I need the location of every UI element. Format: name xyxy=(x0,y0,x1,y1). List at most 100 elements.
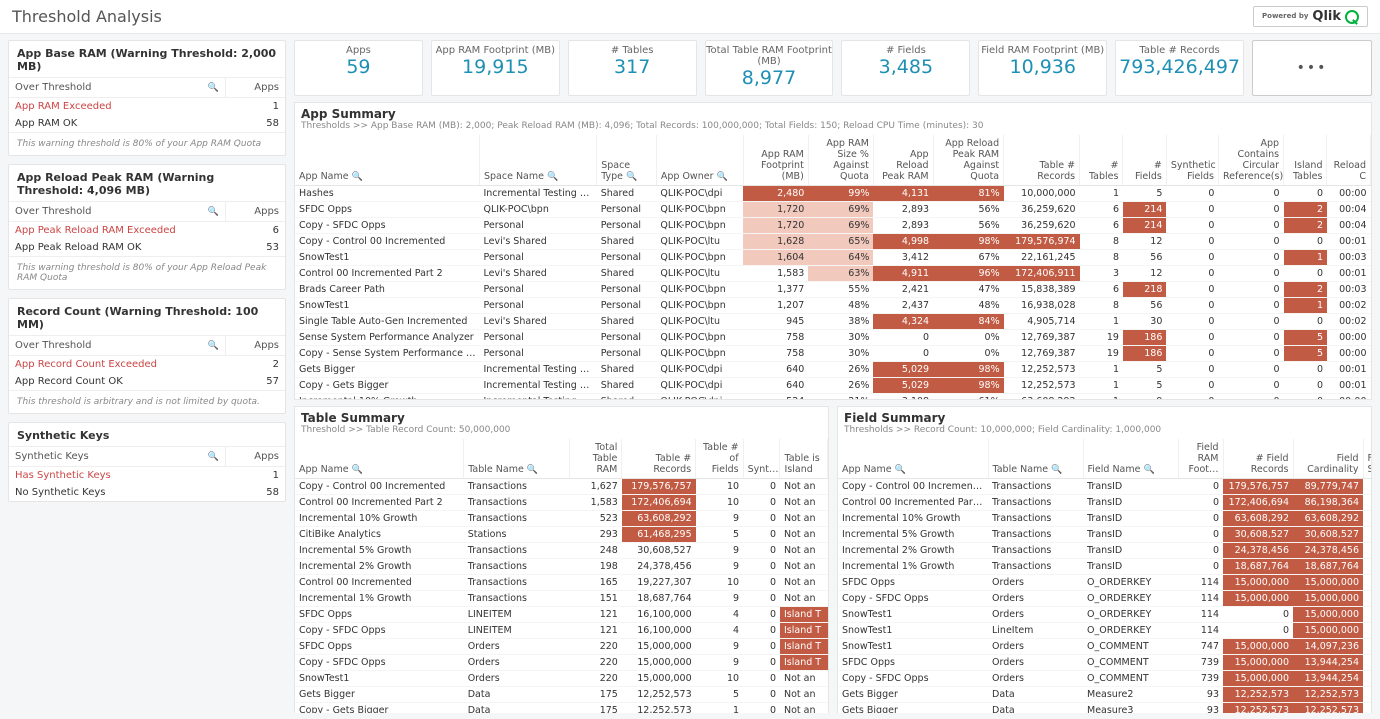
kpi-card[interactable]: Total Table RAM Footprint (MB)8,977 xyxy=(705,40,834,96)
table-row[interactable]: Copy - SFDC OppsPersonalPersonalQLIK-POC… xyxy=(295,218,1371,234)
kpi-more-button[interactable]: ••• xyxy=(1252,40,1372,96)
search-icon[interactable]: 🔍 xyxy=(352,172,363,182)
col-header[interactable]: Table # of Fields xyxy=(696,439,743,479)
search-icon[interactable]: 🔍 xyxy=(1051,465,1062,475)
col-header[interactable]: # Tables xyxy=(1080,135,1123,186)
col-header[interactable]: App Reload Peak RAM Against Quota xyxy=(933,135,1004,186)
col-header[interactable]: App RAM Footprint (MB) xyxy=(743,135,808,186)
col-header[interactable]: Synt… xyxy=(743,439,780,479)
table-row[interactable]: Gets BiggerData17512,252,57350Not an xyxy=(295,687,828,703)
table-row[interactable]: Control 00 Incremented Part 2Transaction… xyxy=(838,495,1371,511)
kpi-card[interactable]: App RAM Footprint (MB)19,915 xyxy=(431,40,560,96)
table-row[interactable]: Incremental 1% GrowthTransactionsTransID… xyxy=(838,559,1371,575)
search-icon[interactable]: 🔍 xyxy=(208,452,219,462)
col-header[interactable]: App Owner 🔍 xyxy=(656,135,743,186)
row-label[interactable]: App RAM OK xyxy=(9,115,225,132)
table-row[interactable]: Incremental 2% GrowthTransactions19824,3… xyxy=(295,559,828,575)
search-icon[interactable]: 🔍 xyxy=(208,341,219,351)
table-row[interactable]: Incremental 5% GrowthTransactionsTransID… xyxy=(838,527,1371,543)
col-header[interactable]: Table Name 🔍 xyxy=(464,439,569,479)
table-row[interactable]: Copy - SFDC OppsOrders22015,000,00090Isl… xyxy=(295,655,828,671)
table-row[interactable]: Control 00 IncrementedTransactions16519,… xyxy=(295,575,828,591)
table-row[interactable]: Incremental 10% GrowthTransactionsTransI… xyxy=(838,511,1371,527)
search-icon[interactable]: 🔍 xyxy=(352,465,363,475)
row-label[interactable]: App Record Count OK xyxy=(9,373,225,390)
table-row[interactable]: SnowTest1OrdersO_COMMENT74715,000,00014,… xyxy=(838,639,1371,655)
table-row[interactable]: CitiBike AnalyticsStations29361,468,2955… xyxy=(295,527,828,543)
table-row[interactable]: SnowTest1Orders22015,000,000100Not an xyxy=(295,671,828,687)
col-header[interactable]: App Reload Peak RAM xyxy=(873,135,933,186)
col-header[interactable]: Space Type 🔍 xyxy=(597,135,657,186)
table-row[interactable]: Gets BiggerDataMeasure29312,252,57312,25… xyxy=(838,687,1371,703)
table-row[interactable]: SFDC OppsOrders22015,000,00090Island T xyxy=(295,639,828,655)
col-header[interactable]: Table is Island xyxy=(780,439,828,479)
table-row[interactable]: SnowTest1PersonalPersonalQLIK-POC\bpn1,2… xyxy=(295,298,1371,314)
search-icon[interactable]: 🔍 xyxy=(626,172,637,182)
search-icon[interactable]: 🔍 xyxy=(895,465,906,475)
table-row[interactable]: Single Table Auto-Gen IncrementedLevi's … xyxy=(295,314,1371,330)
table-row[interactable]: SFDC OppsOrdersO_COMMENT73915,000,00013,… xyxy=(838,655,1371,671)
col-header[interactable]: Field Cardinality xyxy=(1293,439,1363,479)
col-header[interactable]: Space Name 🔍 xyxy=(479,135,596,186)
table-row[interactable]: Copy - Gets BiggerIncremental Testing De… xyxy=(295,378,1371,394)
table-row[interactable]: Incremental 10% GrowthTransactions52363,… xyxy=(295,511,828,527)
table-row[interactable]: Copy - Control 00 IncrementedTransaction… xyxy=(838,479,1371,495)
table-row[interactable]: Gets BiggerDataMeasure39312,252,57312,25… xyxy=(838,703,1371,714)
row-label[interactable]: App Record Count Exceeded xyxy=(9,356,225,373)
col-header[interactable]: F S xyxy=(1363,439,1371,479)
table-row[interactable]: Incremental 2% GrowthTransactionsTransID… xyxy=(838,543,1371,559)
col-header[interactable]: App Contains Circular Reference(s) xyxy=(1218,135,1283,186)
row-label[interactable]: App Peak Reload RAM Exceeded xyxy=(9,222,225,239)
table-row[interactable]: HashesIncremental Testing DevSharedQLIK-… xyxy=(295,186,1371,202)
col-header[interactable]: # Fields xyxy=(1123,135,1166,186)
table-row[interactable]: Control 00 Incremented Part 2Transaction… xyxy=(295,495,828,511)
kpi-card[interactable]: Field RAM Footprint (MB)10,936 xyxy=(978,40,1107,96)
brand-badge[interactable]: Powered by Qlik xyxy=(1253,6,1368,27)
col-header[interactable]: App Name 🔍 xyxy=(295,135,479,186)
col-header[interactable]: Field RAM Foot… xyxy=(1178,439,1223,479)
col-header[interactable]: Synthetic Fields xyxy=(1166,135,1218,186)
table-summary-table[interactable]: App Name 🔍Table Name 🔍Total Table RAMTab… xyxy=(295,439,828,713)
col-header[interactable]: App Name 🔍 xyxy=(295,439,464,479)
row-label[interactable]: App Peak Reload RAM OK xyxy=(9,239,225,256)
search-icon[interactable]: 🔍 xyxy=(1144,465,1155,475)
search-icon[interactable]: 🔍 xyxy=(208,207,219,217)
col-header[interactable]: App RAM Size % Against Quota xyxy=(808,135,873,186)
app-summary-table[interactable]: App Name 🔍Space Name 🔍Space Type 🔍App Ow… xyxy=(295,135,1371,399)
kpi-card[interactable]: # Tables317 xyxy=(568,40,697,96)
table-row[interactable]: SnowTest1PersonalPersonalQLIK-POC\bpn1,6… xyxy=(295,250,1371,266)
col-header[interactable]: App Name 🔍 xyxy=(838,439,988,479)
search-icon[interactable]: 🔍 xyxy=(547,172,558,182)
field-summary-table[interactable]: App Name 🔍Table Name 🔍Field Name 🔍Field … xyxy=(838,439,1371,713)
col-header[interactable]: Table # Records xyxy=(622,439,696,479)
table-row[interactable]: Copy - Gets BiggerData17512,252,57310Not… xyxy=(295,703,828,714)
col-header[interactable]: Table # Records xyxy=(1004,135,1080,186)
search-icon[interactable]: 🔍 xyxy=(208,83,219,93)
table-row[interactable]: SnowTest1OrdersO_ORDERKEY114015,000,000 xyxy=(838,607,1371,623)
table-row[interactable]: Copy - SFDC OppsOrdersO_COMMENT73915,000… xyxy=(838,671,1371,687)
row-label[interactable]: App RAM Exceeded xyxy=(9,98,225,115)
table-row[interactable]: Copy - Control 00 IncrementedTransaction… xyxy=(295,479,828,495)
col-header[interactable]: Table Name 🔍 xyxy=(988,439,1083,479)
table-row[interactable]: Sense System Performance AnalyzerPersona… xyxy=(295,330,1371,346)
table-row[interactable]: SFDC OppsQLIK-POC\bpnPersonalQLIK-POC\bp… xyxy=(295,202,1371,218)
table-row[interactable]: SFDC OppsOrdersO_ORDERKEY11415,000,00015… xyxy=(838,575,1371,591)
kpi-card[interactable]: # Fields3,485 xyxy=(841,40,970,96)
table-row[interactable]: Copy - Sense System Performance Analyzer… xyxy=(295,346,1371,362)
table-row[interactable]: Incremental 10% GrowthIncremental Testin… xyxy=(295,394,1371,400)
table-row[interactable]: Incremental 5% GrowthTransactions24830,6… xyxy=(295,543,828,559)
row-label[interactable]: No Synthetic Keys xyxy=(9,484,225,501)
kpi-card[interactable]: Apps59 xyxy=(294,40,423,96)
table-row[interactable]: Control 00 Incremented Part 2Levi's Shar… xyxy=(295,266,1371,282)
col-header[interactable]: Total Table RAM xyxy=(569,439,622,479)
col-header[interactable]: Field Name 🔍 xyxy=(1083,439,1178,479)
table-row[interactable]: SnowTest1LineItemO_ORDERKEY114015,000,00… xyxy=(838,623,1371,639)
table-row[interactable]: Copy - SFDC OppsLINEITEM12116,100,00040I… xyxy=(295,623,828,639)
table-row[interactable]: Brads Career PathPersonalPersonalQLIK-PO… xyxy=(295,282,1371,298)
col-header[interactable]: Reload C xyxy=(1327,135,1371,186)
row-label[interactable]: Has Synthetic Keys xyxy=(9,467,225,484)
col-header[interactable]: # Field Records xyxy=(1223,439,1293,479)
table-row[interactable]: Incremental 1% GrowthTransactions15118,6… xyxy=(295,591,828,607)
kpi-card[interactable]: Table # Records793,426,497 xyxy=(1115,40,1244,96)
search-icon[interactable]: 🔍 xyxy=(717,172,728,182)
